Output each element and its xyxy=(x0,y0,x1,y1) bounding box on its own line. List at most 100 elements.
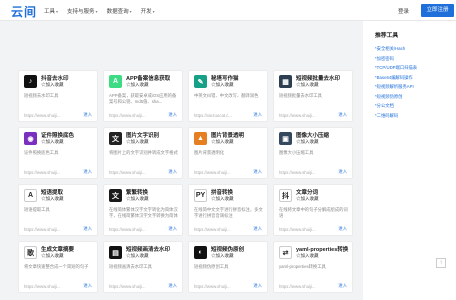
tool-link[interactable]: https://www.shuiji... xyxy=(109,170,146,175)
tool-link[interactable]: https://www.shuiji... xyxy=(279,227,316,232)
tool-card[interactable]: ◐ 短视频伪原创 ☆加入收藏 短视频伪原创工具 https://www.shuiji..… xyxy=(188,241,268,293)
enter-button[interactable]: 进入 xyxy=(168,112,177,118)
sidebar-item[interactable]: *短视频解析服务API xyxy=(375,82,417,92)
enter-button[interactable]: 进入 xyxy=(168,226,177,232)
favorite-button[interactable]: ☆加入收藏 xyxy=(296,139,319,145)
tool-link[interactable]: https://www.shuiji... xyxy=(109,227,146,232)
favorite-button[interactable]: ☆加入收藏 xyxy=(126,139,149,145)
favorite-button[interactable]: ☆加入收藏 xyxy=(296,196,319,202)
favorite-button[interactable]: ☆加入收藏 xyxy=(41,82,64,88)
sidebar-item[interactable]: *分公文档 xyxy=(375,101,417,111)
enter-button[interactable]: 进入 xyxy=(253,112,262,118)
tool-name[interactable]: 图片文字识别 xyxy=(126,131,159,139)
tool-card[interactable]: A APP备案信息获取 ☆加入收藏 APP备案，获取安卓或iOS应用的备案号和公钥、m… xyxy=(103,70,183,122)
tool-link[interactable]: https://www.shuiji... xyxy=(279,113,316,118)
enter-button[interactable]: 进入 xyxy=(253,169,262,175)
enter-button[interactable]: 进入 xyxy=(83,169,92,175)
tool-card[interactable]: ♪ 抖音去水印 ☆加入收藏 短视频去水印工具 https://www.shuiji...… xyxy=(18,70,98,122)
tool-link[interactable]: https://www.shuiji... xyxy=(194,227,231,232)
favorite-button[interactable]: ☆加入收藏 xyxy=(211,196,234,202)
enter-button[interactable]: 进入 xyxy=(338,226,347,232)
enter-button[interactable]: 进入 xyxy=(338,283,347,289)
login-link[interactable]: 登录 xyxy=(398,7,409,15)
tool-name[interactable]: 短语提取 xyxy=(41,188,63,196)
enter-button[interactable]: 进入 xyxy=(253,283,262,289)
tool-card[interactable]: ✎ 秘塔写作猫 ☆加入收藏 中英文纠错、中文改写、翻译润色 https://xiezuo… xyxy=(188,70,268,122)
sidebar-item[interactable]: *TCP/UDP端口扫描表 xyxy=(375,63,417,73)
tool-link[interactable]: https://www.shuiji... xyxy=(279,170,316,175)
tool-name[interactable]: 图片背景透明 xyxy=(211,131,244,139)
tool-card[interactable]: 抖文章分词 ☆加入收藏 在线将文章中的句子分解成组成的词语 https://www.s… xyxy=(273,184,353,236)
nav-item-dev[interactable]: 开发▾ xyxy=(141,7,155,15)
enter-button[interactable]: 进入 xyxy=(168,169,177,175)
nav-item-support[interactable]: 支持与服务▾ xyxy=(67,7,98,15)
enter-button[interactable]: 进入 xyxy=(338,169,347,175)
favorite-button[interactable]: ☆加入收藏 xyxy=(211,82,234,88)
photo-id-icon: ◉ xyxy=(24,132,37,145)
favorite-button[interactable]: ☆加入收藏 xyxy=(41,196,64,202)
tool-name[interactable]: 秘塔写作猫 xyxy=(211,74,239,82)
enter-button[interactable]: 进入 xyxy=(83,283,92,289)
sidebar-item[interactable]: *短视频伪原创 xyxy=(375,92,417,102)
favorite-button[interactable]: ☆加入收藏 xyxy=(126,253,149,259)
tool-name[interactable]: 文章分词 xyxy=(296,188,318,196)
tool-card[interactable]: ▲ 图片背景透明 ☆加入收藏 图片背景透明化 https://www.shuiji...… xyxy=(188,127,268,179)
favorite-button[interactable]: ☆加入收藏 xyxy=(211,139,234,145)
tool-name[interactable]: APP备案信息获取 xyxy=(126,74,170,82)
favorite-button[interactable]: ☆加入收藏 xyxy=(41,253,64,259)
tool-card[interactable]: ▦ 短视频批量去水印 ☆加入收藏 短视频批量去水印工具 https://www.shui… xyxy=(273,70,353,122)
register-button[interactable]: 立即注册 xyxy=(421,4,454,17)
tool-link[interactable]: https://www.shuiji... xyxy=(194,170,231,175)
site-logo[interactable]: 云间 xyxy=(11,3,37,20)
tool-link[interactable]: https://www.shuiji... xyxy=(194,284,231,289)
tool-card[interactable]: 文图片文字识别 ☆加入收藏 将图片上的文字识别并转成文字格式 https://www.… xyxy=(103,127,183,179)
tool-card[interactable]: ⇄ yaml-properties转换 ☆加入收藏 yaml-properties转换… xyxy=(273,241,353,293)
tool-link[interactable]: https://www.shuiji... xyxy=(24,113,61,118)
tool-name[interactable]: 拼音转换 xyxy=(211,188,233,196)
tool-name[interactable]: 生成文章摘要 xyxy=(41,245,74,253)
tool-link[interactable]: https://xiezuocat.c... xyxy=(194,113,232,118)
favorite-button[interactable]: ☆加入收藏 xyxy=(126,196,149,202)
tool-card[interactable]: ◉ 证件照换底色 ☆加入收藏 证件照换底色工具 https://www.shuiji..… xyxy=(18,127,98,179)
tool-card[interactable]: ▤ 短视频画清去水印 ☆加入收藏 短视频画清去水印工具 https://www.shui… xyxy=(103,241,183,293)
nav-item-query[interactable]: 数据查询▾ xyxy=(107,7,132,15)
favorite-button[interactable]: ☆加入收藏 xyxy=(41,139,64,145)
nav-item-tools[interactable]: 工具▾ xyxy=(44,7,58,15)
tool-description: 图像大小压缩工具 xyxy=(279,150,314,155)
tool-name[interactable]: 证件照换底色 xyxy=(41,131,74,139)
favorite-button[interactable]: ☆加入收藏 xyxy=(211,253,234,259)
enter-button[interactable]: 进入 xyxy=(253,226,262,232)
tool-card[interactable]: 歌生成文章摘要 ☆加入收藏 将文章快速整合成一个简短的句子 https://www.s… xyxy=(18,241,98,293)
tool-card[interactable]: ▣ 图像大小压缩 ☆加入收藏图像大小压缩工具 https://www.shuiji..… xyxy=(273,127,353,179)
sidebar-item[interactable]: *安全相关/Hash xyxy=(375,44,417,54)
tool-link[interactable]: https://www.shuiji... xyxy=(109,284,146,289)
sidebar-item[interactable]: *Base64编解码操作 xyxy=(375,73,417,83)
enter-button[interactable]: 进入 xyxy=(168,283,177,289)
yaml-convert-icon: ⇄ xyxy=(279,246,292,259)
favorite-button[interactable]: ☆加入收藏 xyxy=(126,82,149,88)
tool-link[interactable]: https://www.shuiji... xyxy=(24,170,61,175)
favorite-button[interactable]: ☆加入收藏 xyxy=(296,253,319,259)
tool-name[interactable]: yaml-properties转换 xyxy=(296,245,348,253)
tool-name[interactable]: 繁繁转换 xyxy=(126,188,148,196)
tool-card[interactable]: PY 拼音转换 ☆加入收藏 在线简中文文字进行拼音标注，多文字进行拼音音调标注 http… xyxy=(188,184,268,236)
tool-name[interactable]: 短视频伪原创 xyxy=(211,245,244,253)
favorite-button[interactable]: ☆加入收藏 xyxy=(296,82,319,88)
tool-link[interactable]: https://www.shuiji... xyxy=(24,227,61,232)
tool-card[interactable]: A 短语提取 ☆加入收藏 短语提取工具 https://www.shuiji... 进入 xyxy=(18,184,98,236)
tool-name[interactable]: 图像大小压缩 xyxy=(296,131,329,139)
tool-name[interactable]: 抖音去水印 xyxy=(41,74,69,82)
icon-glyph: ▣ xyxy=(282,135,289,143)
enter-button[interactable]: 进入 xyxy=(83,226,92,232)
tool-link[interactable]: https://www.shuiji... xyxy=(109,113,146,118)
enter-button[interactable]: 进入 xyxy=(338,112,347,118)
tool-name[interactable]: 短视频批量去水印 xyxy=(296,74,340,82)
sidebar-item[interactable]: *加密密码 xyxy=(375,54,417,64)
tool-name[interactable]: 短视频画清去水印 xyxy=(126,245,170,253)
tool-link[interactable]: https://www.shuiji... xyxy=(24,284,61,289)
back-to-top-icon[interactable]: ↑ xyxy=(436,258,446,268)
enter-button[interactable]: 进入 xyxy=(83,112,92,118)
tool-link[interactable]: https://www.shuiji... xyxy=(279,284,316,289)
tool-card[interactable]: 文繁繁转换 ☆加入收藏 在线简体繁体汉字文字转化为简体汉字，在线简繁体汉字文字转换为… xyxy=(103,184,183,236)
sidebar-item[interactable]: *二维码解码 xyxy=(375,111,417,121)
